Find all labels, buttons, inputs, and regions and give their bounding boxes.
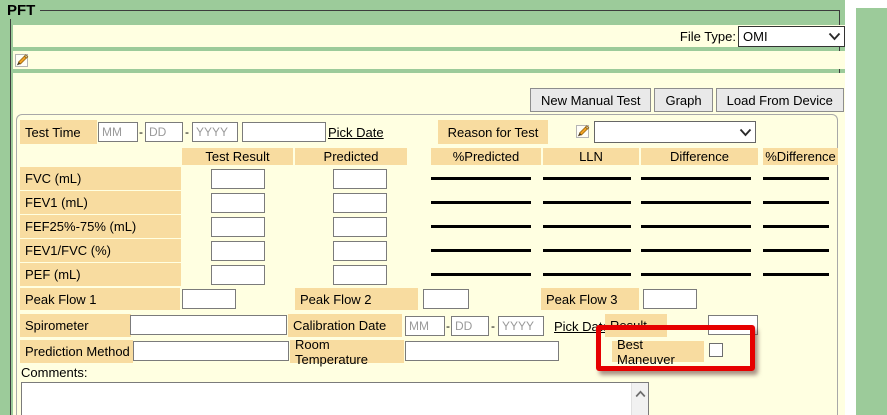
date-separator: - xyxy=(139,122,143,142)
test-time-pick-date-link[interactable]: Pick Date xyxy=(328,125,384,140)
peak-flow-1-input[interactable] xyxy=(182,289,236,309)
date-separator: - xyxy=(185,122,189,142)
column-header-percent-predicted: %Predicted xyxy=(431,148,541,165)
calibration-day-input[interactable] xyxy=(451,316,489,336)
column-header-difference: Difference xyxy=(641,148,758,165)
peak-flow-3-input[interactable] xyxy=(643,289,697,309)
test-time-time-input[interactable] xyxy=(242,122,326,142)
row-label-fvc: FVC (mL) xyxy=(20,167,181,190)
peak-flow-2-input[interactable] xyxy=(423,289,469,309)
fvc-predicted-input[interactable] xyxy=(333,169,387,189)
reason-for-test-select[interactable] xyxy=(594,121,756,143)
comments-scrollbar[interactable] xyxy=(631,383,648,415)
fev1-fvc-predicted-input[interactable] xyxy=(333,241,387,261)
fev1-fvc-test-result-input[interactable] xyxy=(211,241,265,261)
pft-form-table: Test Time - - Pick Date Reason for Test … xyxy=(16,114,838,415)
fev1-lln-line xyxy=(543,201,631,204)
peak-flow-2-label: Peak Flow 2 xyxy=(295,288,418,310)
pef-predicted-input[interactable] xyxy=(333,265,387,285)
prediction-method-label: Prediction Method xyxy=(20,340,133,363)
file-type-bar: File Type: OMI xyxy=(13,25,845,47)
row-label-fef: FEF25%-75% (mL) xyxy=(20,215,181,238)
reason-edit-pencil-icon[interactable] xyxy=(576,124,590,138)
calibration-month-input[interactable] xyxy=(405,316,445,336)
edit-pencil-icon[interactable] xyxy=(15,53,29,67)
file-type-label: File Type: xyxy=(680,29,736,44)
result-label: Result xyxy=(605,314,667,337)
fev1-test-result-input[interactable] xyxy=(211,193,265,213)
best-maneuver-checkbox[interactable] xyxy=(709,343,723,357)
spirometer-label: Spirometer xyxy=(20,314,131,337)
fef-difference-line xyxy=(641,225,751,228)
comments-textarea[interactable] xyxy=(21,382,649,415)
room-temperature-input[interactable] xyxy=(405,341,559,361)
row-label-pef: PEF (mL) xyxy=(20,263,181,286)
calibration-year-input[interactable] xyxy=(498,316,544,336)
pef-difference-line xyxy=(641,273,751,276)
toolbar: New Manual Test Graph Load From Device xyxy=(530,88,844,112)
load-from-device-button[interactable]: Load From Device xyxy=(716,88,844,112)
reason-for-test-label: Reason for Test xyxy=(438,120,548,144)
pft-screen: PFT File Type: OMI New Manual Test Graph… xyxy=(0,0,887,415)
pef-percent-predicted-line xyxy=(431,273,531,276)
calibration-pick-date-link[interactable]: Pick Date xyxy=(554,319,610,334)
file-type-selected-value: OMI xyxy=(743,29,768,44)
file-type-select[interactable]: OMI xyxy=(738,26,845,47)
test-time-label: Test Time xyxy=(20,120,97,144)
fvc-test-result-input[interactable] xyxy=(211,169,265,189)
calibration-date-label: Calibration Date xyxy=(288,314,402,337)
chevron-down-icon xyxy=(739,128,752,137)
test-time-month-input[interactable] xyxy=(98,122,138,142)
scroll-up-button[interactable] xyxy=(632,385,649,402)
peak-flow-1-label: Peak Flow 1 xyxy=(20,288,180,310)
pef-lln-line xyxy=(543,273,631,276)
graph-button[interactable]: Graph xyxy=(654,88,712,112)
column-header-percent-difference: %Difference xyxy=(763,148,838,165)
chevron-down-icon xyxy=(828,32,841,41)
fvc-lln-line xyxy=(543,177,631,180)
prediction-method-input[interactable] xyxy=(133,341,289,361)
fef-percent-difference-line xyxy=(763,225,829,228)
new-manual-test-button[interactable]: New Manual Test xyxy=(530,88,651,112)
fev1-difference-line xyxy=(641,201,751,204)
pef-test-result-input[interactable] xyxy=(211,265,265,285)
peak-flow-3-label: Peak Flow 3 xyxy=(541,288,639,310)
fev1-predicted-input[interactable] xyxy=(333,193,387,213)
scroll-up-icon xyxy=(635,390,646,398)
fev1-fvc-percent-difference-line xyxy=(763,249,829,252)
column-header-predicted: Predicted xyxy=(295,148,407,165)
test-time-year-input[interactable] xyxy=(192,122,238,142)
fev1-percent-difference-line xyxy=(763,201,829,204)
row-label-fev1: FEV1 (mL) xyxy=(20,191,181,214)
fef-test-result-input[interactable] xyxy=(211,217,265,237)
section-title: PFT xyxy=(7,2,40,19)
column-header-lln: LLN xyxy=(543,148,639,165)
fvc-difference-line xyxy=(641,177,751,180)
date-separator: - xyxy=(491,316,495,336)
comments-label: Comments: xyxy=(21,365,87,380)
best-maneuver-label: Best Maneuver xyxy=(612,341,704,362)
fev1-percent-predicted-line xyxy=(431,201,531,204)
edit-bar xyxy=(13,51,845,69)
spirometer-input[interactable] xyxy=(130,315,287,335)
fev1-fvc-percent-predicted-line xyxy=(431,249,531,252)
right-green-strip xyxy=(856,8,887,415)
row-label-fev1-fvc: FEV1/FVC (%) xyxy=(20,239,181,262)
test-time-day-input[interactable] xyxy=(145,122,183,142)
fef-lln-line xyxy=(543,225,631,228)
fef-percent-predicted-line xyxy=(431,225,531,228)
fev1-fvc-difference-line xyxy=(641,249,751,252)
fev1-fvc-lln-line xyxy=(543,249,631,252)
fef-predicted-input[interactable] xyxy=(333,217,387,237)
column-header-test-result: Test Result xyxy=(182,148,293,165)
date-separator: - xyxy=(446,316,450,336)
fvc-percent-predicted-line xyxy=(431,177,531,180)
room-temperature-label: Room Temperature xyxy=(290,340,404,363)
fvc-percent-difference-line xyxy=(763,177,829,180)
pef-percent-difference-line xyxy=(763,273,829,276)
result-input[interactable] xyxy=(708,315,758,335)
